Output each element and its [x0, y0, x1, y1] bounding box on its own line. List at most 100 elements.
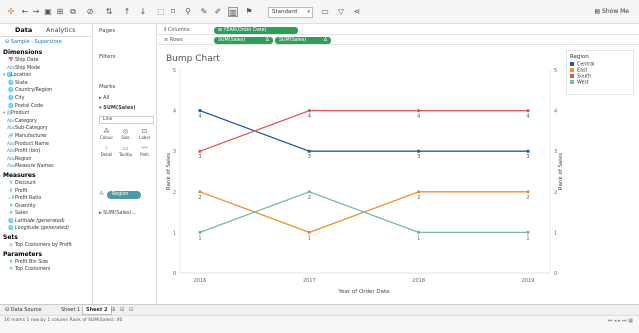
datasource-item[interactable]: ⛁ Sample - Superstore: [5, 39, 62, 45]
path-label: Path: [140, 152, 149, 157]
save-icon[interactable]: ▣: [43, 7, 53, 17]
label-label: Label: [139, 135, 150, 140]
rows-shelf-label: ≡ Rows: [164, 37, 183, 43]
fit-select[interactable]: Standard ▾: [268, 7, 313, 18]
nav-controls[interactable]: ⏮ ◂ ▸ ⏭ ▦: [608, 318, 633, 324]
bump-chart[interactable]: 0 0 1 1 2 2 3 3 4 4 5 5 2016 2017 2018 2019 Year of Orde…: [158, 45, 563, 304]
field-item[interactable]: AbcShip Mode: [0, 65, 93, 73]
colour-button[interactable]: ⁂ Colour: [98, 128, 115, 141]
field-item[interactable]: 🌐Postal Code: [0, 103, 93, 111]
field-item[interactable]: 🌐City: [0, 95, 93, 103]
fit-icon[interactable]: ▥: [228, 7, 238, 17]
label-button[interactable]: ⊡ Label: [136, 128, 153, 141]
tab-data[interactable]: Data: [15, 26, 32, 34]
rows-shelf[interactable]: ≡ Rows SUM(Sales) Δ SUM(Sales) Δ: [158, 36, 639, 45]
sort-asc-icon[interactable]: ↑: [122, 7, 132, 17]
data-label: 4: [198, 114, 201, 120]
field-item[interactable]: AbcProfit (bin): [0, 148, 93, 156]
pin-icon[interactable]: ⚲: [183, 7, 193, 17]
field-item[interactable]: # Discount: [0, 180, 93, 188]
presentation-icon[interactable]: ▭: [320, 7, 330, 17]
field-type-icon: Abc: [7, 65, 16, 71]
field-item[interactable]: ▾ 品Product: [0, 110, 93, 118]
data-label: 4: [417, 114, 420, 120]
y-tick-label-right: 0: [554, 271, 557, 277]
rows-pill-2[interactable]: SUM(Sales) Δ: [275, 37, 331, 44]
chart-area: Bump Chart 0 0 1 1 2 2 3 3 4 4 5 5 2016 2017 2018 2019 Y…: [158, 45, 563, 304]
field-item[interactable]: =#Profit Ratio: [0, 195, 93, 203]
mark-type-select[interactable]: Line: [99, 116, 154, 124]
field-item[interactable]: AbcSub-Category: [0, 125, 93, 133]
field-item[interactable]: 🌐Latitude (generated): [0, 218, 93, 226]
swap-icon[interactable]: ⇅: [104, 7, 114, 17]
region-legend[interactable]: Region Central East South West: [566, 50, 634, 95]
redo-icon[interactable]: →: [31, 7, 41, 17]
undo-icon[interactable]: ←: [20, 7, 30, 17]
tooltip-icon[interactable]: ▽: [336, 7, 346, 17]
field-item[interactable]: AbcCategory: [0, 118, 93, 126]
y-tick-label-right: 3: [554, 149, 557, 155]
field-label: Profit Ratio: [15, 196, 42, 202]
data-point-south: [307, 109, 311, 113]
field-item[interactable]: AbcRegion: [0, 156, 93, 164]
tab-sheet-1[interactable]: Sheet 1: [58, 306, 83, 315]
fit-select-value: Standard: [272, 9, 298, 15]
field-item[interactable]: 🔗Manufacturer: [0, 133, 93, 141]
field-item[interactable]: # Top Customers: [0, 266, 93, 274]
data-label: 2: [308, 195, 311, 201]
marks-sum-sales[interactable]: ▾ SUM(Sales): [99, 105, 136, 111]
field-item[interactable]: ▾ 🌐Location: [0, 72, 93, 80]
field-item[interactable]: # Profit: [0, 188, 93, 196]
detail-button[interactable]: ⁘ Detail: [98, 145, 115, 158]
y-tick-label-right: 1: [554, 230, 557, 236]
x-tick-label: 2016: [194, 278, 207, 284]
tooltip-button[interactable]: ▭ Tooltip: [117, 145, 134, 158]
marks-all[interactable]: ▸ All: [99, 95, 109, 101]
x-tick-label: 2019: [522, 278, 535, 284]
share-icon[interactable]: ⋖: [352, 7, 362, 17]
legend-item[interactable]: West: [570, 80, 633, 86]
section-header: Parameters: [3, 250, 43, 258]
data-label: 1: [198, 235, 201, 241]
field-item[interactable]: 🌐State: [0, 80, 93, 88]
field-type-icon: 🌐: [8, 88, 14, 94]
pin-axis-icon[interactable]: ⚑: [244, 7, 254, 17]
path-button[interactable]: 〰 Path: [136, 145, 153, 158]
field-label: Category: [15, 118, 37, 124]
clear-icon[interactable]: ⊘: [85, 7, 95, 17]
field-item[interactable]: 🌐Country/Region: [0, 87, 93, 95]
tab-data-source[interactable]: ⛁ Data Source: [2, 306, 44, 315]
size-label: Size: [121, 135, 130, 140]
pen-icon[interactable]: ✐: [213, 7, 223, 17]
columns-shelf[interactable]: ⦀ Columns ⊞ YEAR(Order Date): [158, 26, 639, 35]
rows-pill-1[interactable]: SUM(Sales) Δ: [214, 37, 273, 44]
show-me-button[interactable]: ▤ Show Me: [594, 8, 629, 15]
new-story-icon[interactable]: ⊡: [126, 306, 136, 315]
sort-desc-icon[interactable]: ↓: [138, 7, 148, 17]
size-button[interactable]: ◎ Size: [117, 128, 134, 141]
field-item[interactable]: 📅Ship Date: [0, 57, 93, 65]
field-item[interactable]: ◎ Top Customers by Profit: [0, 242, 93, 250]
field-item[interactable]: # Profit Bin Size: [0, 259, 93, 267]
new-datasource-icon[interactable]: ⊞: [55, 7, 65, 17]
data-label: 3: [417, 154, 420, 160]
region-pill[interactable]: Region: [107, 191, 141, 199]
field-item[interactable]: 🌐Longitude (generated): [0, 225, 93, 233]
field-item[interactable]: # Sales: [0, 210, 93, 218]
columns-pill[interactable]: ⊞ YEAR(Order Date): [214, 27, 298, 34]
tableau-logo-icon[interactable]: ✣: [6, 7, 16, 17]
field-item[interactable]: # Quantity: [0, 203, 93, 211]
group-icon[interactable]: ⬚: [156, 7, 166, 17]
tab-analytics[interactable]: Analytics: [46, 26, 76, 34]
field-item[interactable]: AbcMeasure Names: [0, 163, 93, 171]
labels-icon[interactable]: ⌑: [168, 7, 178, 17]
data-point-south: [417, 109, 421, 113]
legend-label: South: [577, 74, 591, 80]
highlight-icon[interactable]: ✎: [199, 7, 209, 17]
size-icon: ◎: [122, 128, 129, 135]
new-worksheet-icon[interactable]: ⧉: [68, 7, 78, 17]
field-item[interactable]: AbcProduct Name: [0, 141, 93, 149]
field-type-icon: Abc: [7, 141, 16, 147]
marks-sum-sales-2[interactable]: ▸ SUM(Sales)...: [99, 210, 136, 216]
field-type-icon: 📅: [8, 58, 14, 63]
